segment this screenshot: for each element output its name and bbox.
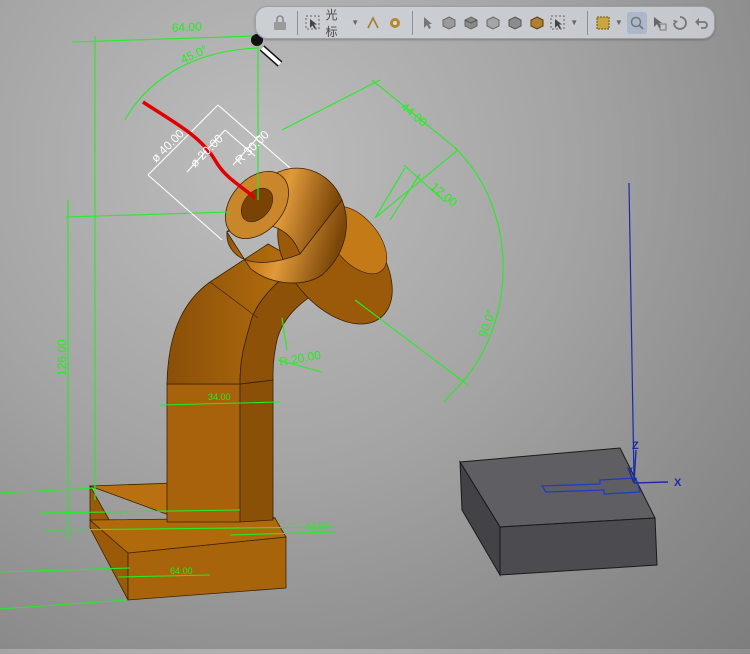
cursor-mode-label[interactable]: 光标 [326,6,350,40]
dim-height-126: 126.00 [55,339,69,376]
box-select-icon[interactable] [593,12,613,34]
toolbar-separator [411,10,413,35]
rotate-icon[interactable] [670,12,690,34]
toolbar-separator [296,10,298,35]
dim-length-44: 44.00 [398,100,430,130]
appearance-icon[interactable] [527,12,547,34]
block-front [499,517,658,576]
lock-icon[interactable] [270,12,290,34]
dim-base-width: 64.00 [170,566,193,576]
section-view-icon[interactable] [461,12,481,34]
gear-icon[interactable] [385,12,405,34]
chevron-down-icon[interactable]: ▼ [570,18,578,27]
column-side[interactable] [239,379,274,523]
dim-angle-45: 45.0° [178,42,210,67]
view-cube-icon[interactable] [440,12,460,34]
magnify-select-icon[interactable] [649,12,669,34]
select-filter-icon[interactable] [548,12,568,34]
select-cursor-icon[interactable] [303,12,323,34]
axis-z-label: Z [632,440,639,452]
display-style-icon[interactable] [505,12,525,34]
3d-viewport[interactable]: 64.00 45.0° 44.00 12.00 90.0° 126.00 R 2… [0,0,750,649]
dim-base-thk: 12.00 [306,521,329,531]
dim-width-64: 64.00 [171,19,202,35]
smart-dimension-icon[interactable] [363,12,383,34]
chevron-down-icon[interactable]: ▼ [351,18,359,27]
pointer-icon[interactable] [418,12,438,34]
undo-icon[interactable] [692,12,712,34]
axis-y-label: Y [627,466,633,476]
hide-show-icon[interactable] [483,12,503,34]
dim-col-width: 34.00 [208,392,231,402]
dim-thick-12: 12.00 [428,180,460,210]
toolbar-separator [587,10,589,35]
heads-up-toolbar: 光标 ▼ ▼ ▼ [255,6,715,39]
axis-x-label: X [674,477,682,489]
axis-triad: Z X Y [627,182,682,489]
chevron-down-icon[interactable]: ▼ [615,18,623,27]
zoom-icon[interactable] [626,11,647,34]
dim-dia-40: ø 40.00 [148,126,187,165]
